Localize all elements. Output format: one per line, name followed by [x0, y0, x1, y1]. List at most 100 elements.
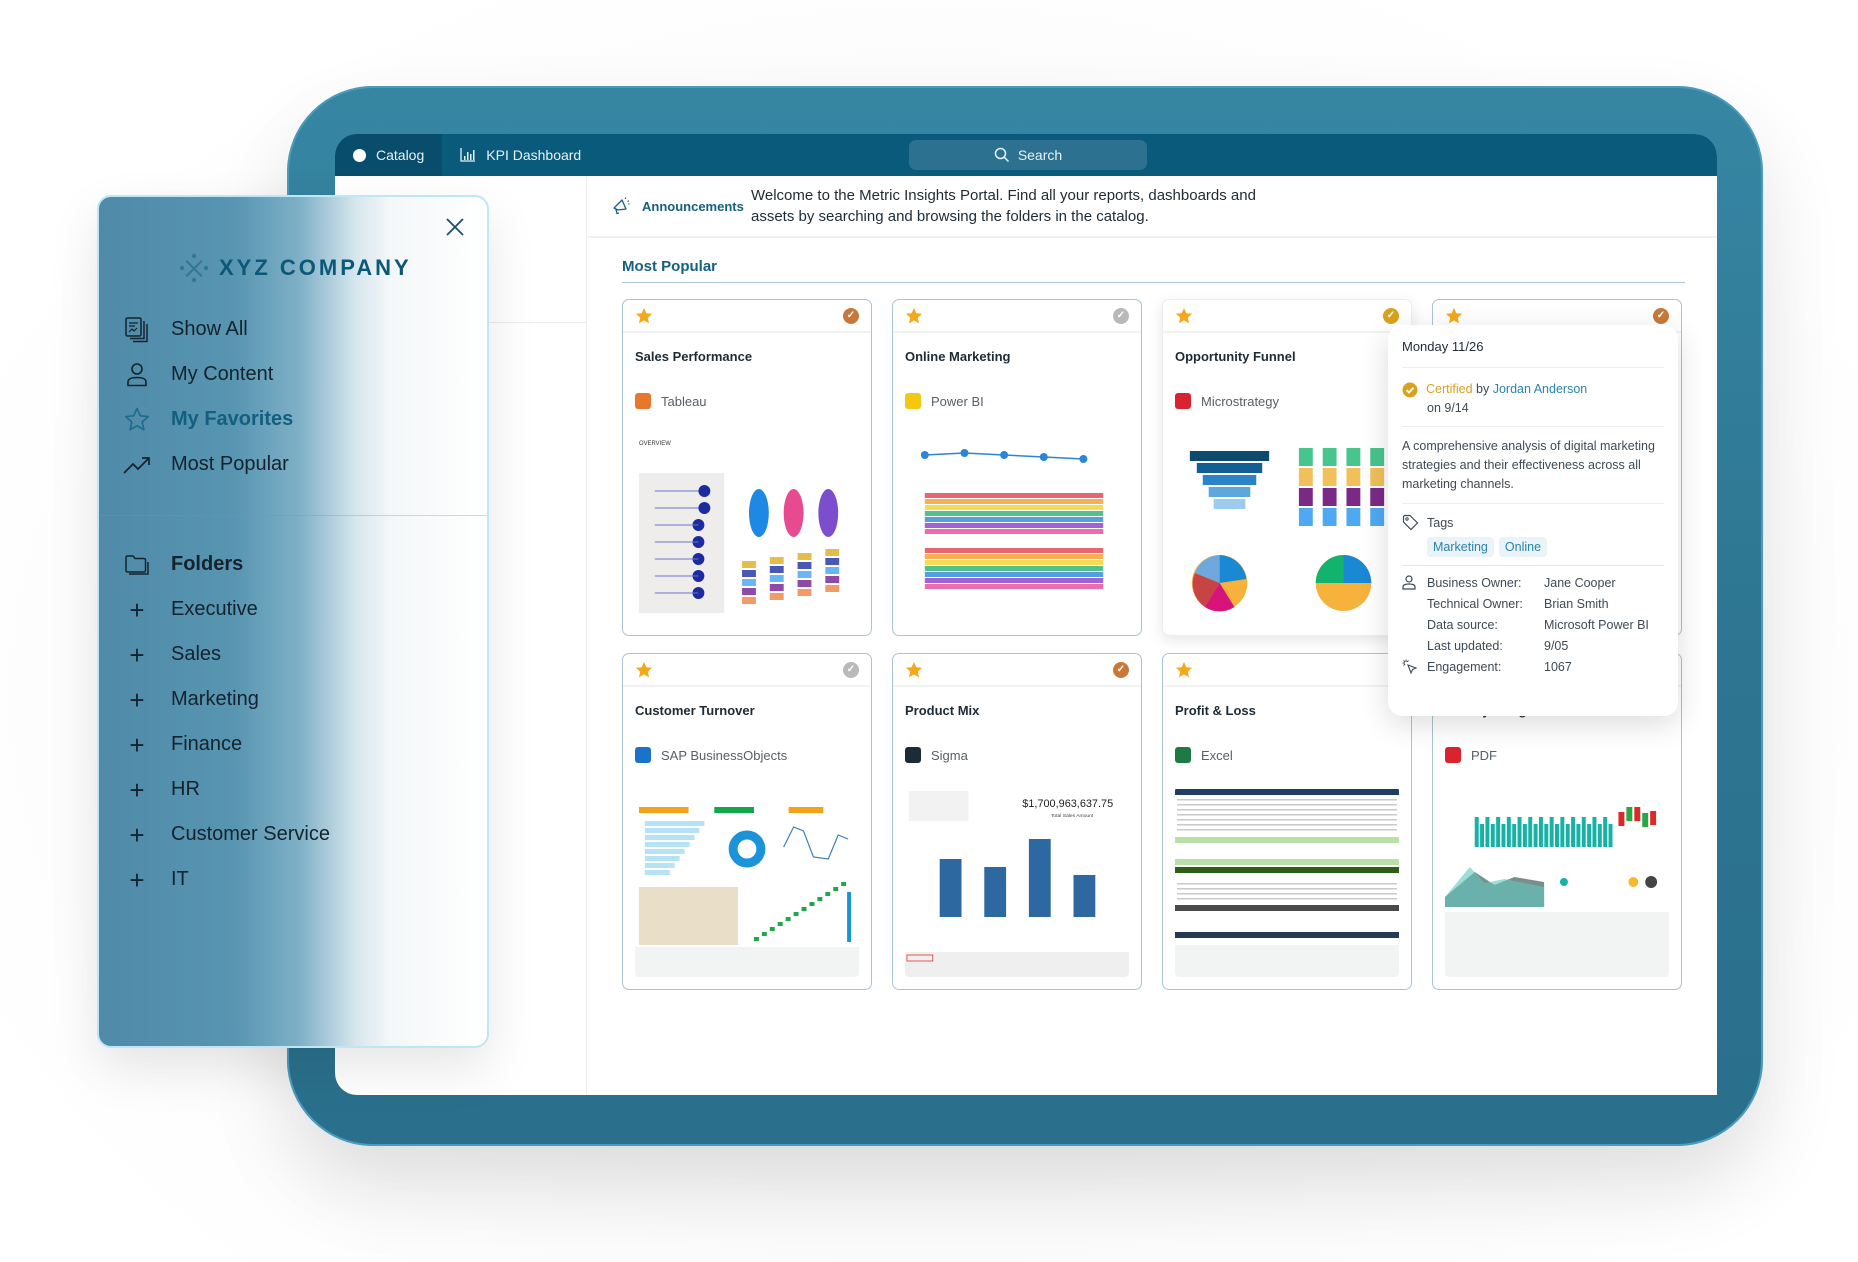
folder-item[interactable]: + Marketing — [123, 677, 483, 722]
tag-icon — [1402, 514, 1419, 531]
announcement-bar: Announcements Welcome to the Metric Insi… — [588, 176, 1717, 238]
plus-icon[interactable]: + — [129, 597, 144, 623]
stage: Catalog KPI Dashboard Search Announcemen… — [0, 0, 1858, 1262]
certification-badge-icon: ✓ — [843, 307, 859, 324]
card-title: Customer Turnover — [635, 703, 755, 718]
folder-item[interactable]: + Sales — [123, 632, 483, 677]
plus-icon[interactable]: + — [129, 687, 144, 713]
folder-label: Sales — [171, 643, 222, 665]
source-logo-icon — [635, 747, 651, 763]
report-card[interactable]: ✓ Customer Turnover SAP BusinessObjects — [622, 653, 872, 990]
tab-label: Catalog — [376, 147, 425, 163]
section-divider — [622, 282, 1685, 283]
thumbnail-preview: OVERVIEW — [635, 433, 859, 623]
folder-item[interactable]: + HR — [123, 767, 483, 812]
favorite-star-icon[interactable] — [905, 307, 923, 325]
certified-badge-icon — [1402, 382, 1418, 397]
user-icon — [127, 362, 147, 386]
card-source: Microstrategy — [1163, 383, 1411, 419]
certification-badge-icon: ✓ — [1113, 661, 1129, 678]
tag-chip[interactable]: Online — [1498, 537, 1548, 557]
thumbnail-preview: $1,700,963,637.75 Total Sales Amount — [905, 787, 1129, 977]
folder-label: Marketing — [171, 688, 259, 710]
report-card[interactable]: ✓ Online Marketing Power BI — [892, 299, 1142, 636]
folder-label: IT — [171, 868, 189, 890]
card-header: ✓ — [893, 654, 1141, 687]
report-card[interactable]: ✓ Sales Performance Tableau OVERVIEW — [622, 299, 872, 636]
meta-row: Last updated: 9/05 — [1402, 635, 1664, 656]
nav-label: My Favorites — [171, 408, 294, 430]
nav-item-my-favorites[interactable]: My Favorites — [123, 397, 483, 442]
navigation-panel: XYZ COMPANY Show All My Content My Favor… — [97, 195, 489, 1048]
folder-label: Executive — [171, 598, 258, 620]
meta-row: Data source: Microsoft Power BI — [1402, 614, 1664, 635]
source-logo-icon — [905, 747, 921, 763]
folder-item[interactable]: + Executive — [123, 587, 483, 632]
nav-label: My Content — [171, 363, 274, 385]
favorite-star-icon[interactable] — [635, 307, 653, 325]
search-input[interactable]: Search — [909, 140, 1147, 170]
card-source: Power BI — [893, 383, 1141, 419]
folder-item[interactable]: + IT — [123, 857, 483, 902]
certifier-link[interactable]: Jordan Anderson — [1493, 382, 1588, 396]
certification-badge-icon: ✓ — [843, 661, 859, 678]
certification-info: Certified by Jordan Anderson on 9/14 — [1402, 368, 1664, 427]
meta-row: Business Owner: Jane Cooper — [1402, 572, 1664, 593]
folder-list: + Executive + Sales + Marketing + Finance + HR + Cu… — [123, 587, 483, 902]
favorite-star-icon[interactable] — [1175, 307, 1193, 325]
card-thumbnail: $1,700,963,637.75 Total Sales Amount — [905, 787, 1129, 977]
tags-label: Tags — [1427, 515, 1454, 530]
plus-icon[interactable]: + — [129, 777, 144, 803]
plus-icon[interactable]: + — [129, 867, 144, 893]
card-header: ✓ — [893, 300, 1141, 333]
favorite-star-icon[interactable] — [1445, 307, 1463, 325]
tab-catalog[interactable]: Catalog — [335, 134, 443, 176]
tab-kpi-dashboard[interactable]: KPI Dashboard — [442, 134, 599, 176]
card-header: ✓ — [1163, 300, 1411, 333]
nav-label: Show All — [171, 318, 248, 340]
favorite-star-icon[interactable] — [905, 661, 923, 679]
primary-nav: Show All My Content My Favorites Most Po… — [123, 307, 483, 487]
report-card[interactable]: Profit & Loss Excel — [1162, 653, 1412, 990]
nav-item-most-popular[interactable]: Most Popular — [123, 442, 483, 487]
trending-up-icon — [123, 456, 150, 474]
folder-label: Finance — [171, 733, 243, 755]
meta-key: Business Owner: — [1427, 575, 1522, 590]
panel-divider — [99, 515, 487, 516]
thumbnail-preview — [1445, 787, 1669, 977]
nav-item-my-content[interactable]: My Content — [123, 352, 483, 397]
nav-item-show-all[interactable]: Show All — [123, 307, 483, 352]
company-logo: XYZ COMPANY — [179, 253, 412, 283]
announcements-link[interactable]: Announcements — [588, 197, 751, 215]
thumbnail-preview — [635, 787, 859, 977]
report-card[interactable]: ✓ Product Mix Sigma $1,700,963,637.75 Total … — [892, 653, 1142, 990]
meta-value: 1067 — [1544, 659, 1572, 674]
folders-header[interactable]: Folders — [123, 542, 483, 587]
folder-item[interactable]: + Finance — [123, 722, 483, 767]
announcement-message: Welcome to the Metric Insights Portal. F… — [751, 187, 1256, 225]
tag-chip[interactable]: Marketing — [1427, 537, 1494, 557]
plus-icon[interactable]: + — [129, 642, 144, 668]
plus-icon[interactable]: + — [129, 822, 144, 848]
card-title: Opportunity Funnel — [1175, 349, 1296, 364]
card-title: Sales Performance — [635, 349, 753, 364]
source-logo-icon — [1445, 747, 1461, 763]
folders-nav: Folders + Executive + Sales + Marketing + Finan… — [123, 542, 483, 902]
source-logo-icon — [1175, 393, 1191, 409]
thumbnail-preview — [1175, 433, 1399, 623]
favorite-star-icon[interactable] — [1175, 661, 1193, 679]
meta-value: Microsoft Power BI — [1544, 617, 1649, 632]
plus-icon[interactable]: + — [129, 732, 144, 758]
card-source: SAP BusinessObjects — [623, 737, 871, 773]
close-icon[interactable] — [443, 215, 467, 239]
favorite-star-icon[interactable] — [635, 661, 653, 679]
meta-key: Technical Owner: — [1427, 596, 1523, 611]
folder-item[interactable]: + Customer Service — [123, 812, 483, 857]
source-name: PDF — [1471, 747, 1497, 763]
card-detail-popover: Monday 11/26 Certified by Jordan Anderso… — [1388, 325, 1678, 716]
source-name: Tableau — [661, 393, 707, 409]
section-title: Most Popular — [622, 258, 718, 275]
folder-label: HR — [171, 778, 200, 800]
report-card[interactable]: ✓ Opportunity Funnel Microstrategy — [1162, 299, 1412, 636]
card-title: Online Marketing — [905, 349, 1011, 364]
